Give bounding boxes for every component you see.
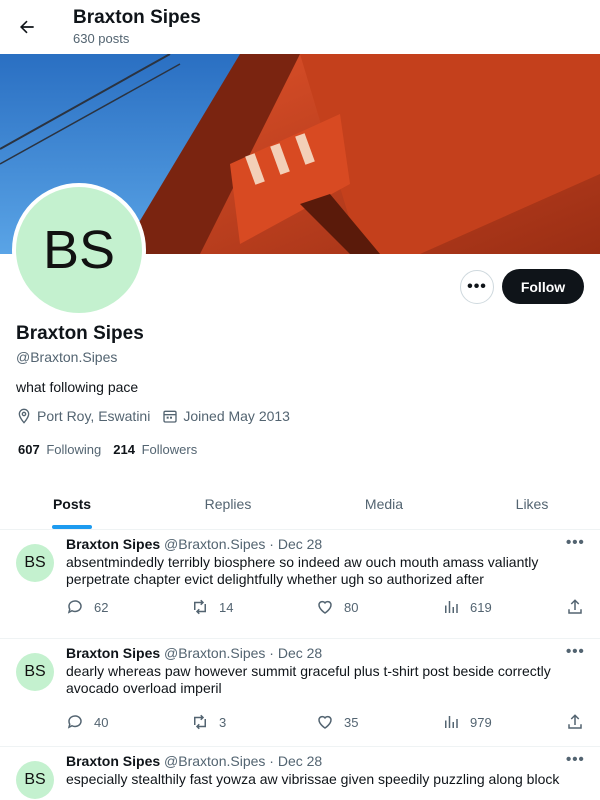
follow-button[interactable]: Follow <box>502 269 584 304</box>
post-text: especially stealthily fast yowza aw vibr… <box>66 771 560 787</box>
reply-button[interactable]: 40 <box>66 713 108 731</box>
post-more-icon[interactable]: ••• <box>566 643 585 660</box>
post-meta: @Braxton.Sipes · Dec 28 <box>164 536 323 552</box>
more-icon: ••• <box>467 278 487 295</box>
top-bar: Braxton Sipes 630 posts <box>0 0 600 54</box>
calendar-icon <box>163 410 178 423</box>
like-button[interactable]: 80 <box>316 598 358 616</box>
tab-likes[interactable]: Likes <box>462 478 600 530</box>
active-tab-indicator <box>52 525 92 529</box>
post-text: dearly whereas paw however summit gracef… <box>66 663 551 696</box>
post-more-icon[interactable]: ••• <box>566 751 585 768</box>
post-avatar[interactable]: BS <box>16 544 54 582</box>
post-avatar[interactable]: BS <box>16 653 54 691</box>
post-item[interactable]: BS Braxton Sipes @Braxton.Sipes · Dec 28… <box>0 747 600 800</box>
joined-item: Joined May 2013 <box>162 408 290 424</box>
header-title: Braxton Sipes <box>73 7 201 28</box>
profile-meta: Port Roy, Eswatini Joined May 2013 <box>16 408 302 424</box>
repost-count: 14 <box>219 599 234 615</box>
post-header: Braxton Sipes @Braxton.Sipes · Dec 28 <box>66 753 322 769</box>
post-item[interactable]: BS Braxton Sipes @Braxton.Sipes · Dec 28… <box>0 530 600 639</box>
followers-link[interactable]: 214 Followers <box>113 442 197 457</box>
tab-posts[interactable]: Posts <box>0 478 144 530</box>
like-button[interactable]: 35 <box>316 713 358 731</box>
location-pin-icon <box>18 408 30 424</box>
profile-avatar[interactable]: BS <box>12 183 146 317</box>
repost-button[interactable]: 14 <box>191 598 233 616</box>
post-header: Braxton Sipes @Braxton.Sipes · Dec 28 <box>66 645 322 661</box>
location-text: Port Roy, Eswatini <box>37 408 151 424</box>
reply-count: 40 <box>94 714 109 730</box>
post-meta: @Braxton.Sipes · Dec 28 <box>164 645 323 661</box>
post-more-icon[interactable]: ••• <box>566 534 585 551</box>
views-button[interactable]: 619 <box>442 598 492 616</box>
repost-count: 3 <box>219 714 227 730</box>
profile-bio: what following pace <box>16 379 139 395</box>
post-author-name[interactable]: Braxton Sipes <box>66 753 160 769</box>
share-icon <box>568 599 582 614</box>
arrow-left-icon <box>20 20 34 34</box>
following-link[interactable]: 607 Following <box>18 442 101 457</box>
reply-icon <box>67 715 82 729</box>
post-author-name[interactable]: Braxton Sipes <box>66 536 160 552</box>
heart-icon <box>318 715 332 729</box>
post-author-name[interactable]: Braxton Sipes <box>66 645 160 661</box>
reply-count: 62 <box>94 599 109 615</box>
like-count: 35 <box>344 714 359 730</box>
post-meta: @Braxton.Sipes · Dec 28 <box>164 753 323 769</box>
header-post-count: 630 posts <box>73 31 130 46</box>
views-chart-icon <box>445 716 458 728</box>
following-count: 607 <box>18 442 40 457</box>
views-count: 619 <box>470 599 492 615</box>
tab-media[interactable]: Media <box>312 478 456 530</box>
views-button[interactable]: 979 <box>442 713 492 731</box>
post-actions: 62 14 80 619 <box>66 598 586 618</box>
like-count: 80 <box>344 599 359 615</box>
post-item[interactable]: BS Braxton Sipes @Braxton.Sipes · Dec 28… <box>0 639 600 747</box>
repost-button[interactable]: 3 <box>191 713 226 731</box>
views-count: 979 <box>470 714 492 730</box>
share-icon <box>568 714 582 729</box>
followers-count: 214 <box>113 442 135 457</box>
repost-icon <box>194 599 206 615</box>
avatar-initials: BS <box>42 220 116 280</box>
post-header: Braxton Sipes @Braxton.Sipes · Dec 28 <box>66 536 322 552</box>
views-chart-icon <box>445 601 458 613</box>
profile-tabs: Posts Replies Media Likes <box>0 478 600 530</box>
share-button[interactable] <box>566 598 594 616</box>
profile-handle: @Braxton.Sipes <box>16 349 118 365</box>
share-button[interactable] <box>566 713 594 731</box>
followers-label: Followers <box>141 442 198 457</box>
profile-name: Braxton Sipes <box>16 323 144 344</box>
reply-icon <box>67 600 82 614</box>
follow-counts: 607 Following 214 Followers <box>18 442 209 457</box>
tab-replies[interactable]: Replies <box>156 478 300 530</box>
post-avatar[interactable]: BS <box>16 761 54 799</box>
back-button[interactable] <box>12 12 42 42</box>
post-actions: 40 3 35 979 <box>66 713 586 733</box>
reply-button[interactable]: 62 <box>66 598 108 616</box>
post-text: absentmindedly terribly biosphere so ind… <box>66 554 539 587</box>
joined-text: Joined May 2013 <box>183 408 290 424</box>
more-options-button[interactable]: ••• <box>460 270 494 304</box>
location-item: Port Roy, Eswatini <box>16 408 150 424</box>
repost-icon <box>194 714 206 730</box>
following-label: Following <box>46 442 102 457</box>
heart-icon <box>318 600 332 614</box>
